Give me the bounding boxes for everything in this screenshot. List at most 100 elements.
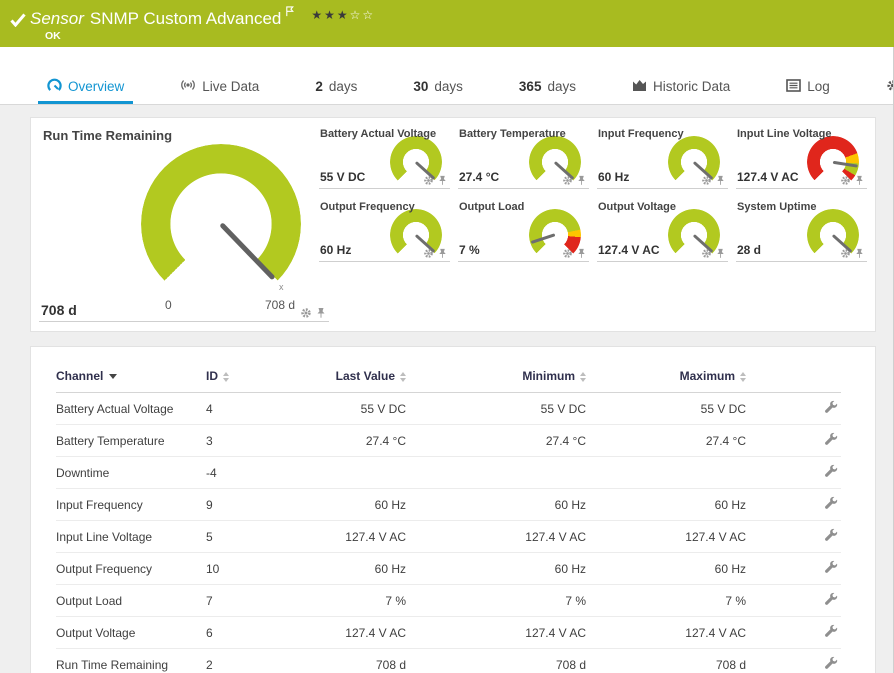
gear-icon[interactable] (562, 248, 573, 259)
tab-30-days[interactable]: 30 days (404, 69, 472, 104)
wrench-icon[interactable] (824, 464, 838, 478)
wrench-icon[interactable] (824, 528, 838, 542)
tab-live-data[interactable]: Live Data (171, 69, 268, 104)
tab-settings[interactable]: Settings (877, 69, 894, 104)
gauge-value: 60 Hz (320, 243, 352, 257)
tab-log[interactable]: Log (777, 69, 839, 104)
cell-id: 2 (206, 648, 296, 673)
table-row[interactable]: Output Load 7 7 % 7 % 7 % (56, 584, 841, 617)
pin-icon[interactable] (576, 175, 587, 186)
cell-id: 5 (206, 520, 296, 553)
cell-minimum: 127.4 V AC (406, 520, 586, 553)
pin-icon[interactable] (576, 248, 587, 259)
table-row[interactable]: Output Frequency 10 60 Hz 60 Hz 60 Hz (56, 552, 841, 585)
cell-minimum: 27.4 °C (406, 424, 586, 457)
pin-icon[interactable] (854, 175, 865, 186)
cell-id: 6 (206, 616, 296, 649)
pin-icon[interactable] (854, 248, 865, 259)
cell-channel: Run Time Remaining (56, 648, 206, 673)
wrench-icon[interactable] (824, 432, 838, 446)
cell-channel: Downtime (56, 456, 206, 489)
wrench-icon[interactable] (824, 592, 838, 606)
wrench-icon[interactable] (824, 496, 838, 510)
cell-id: 10 (206, 552, 296, 585)
gauge-output-frequency: Output Frequency 60 Hz (319, 199, 450, 262)
cell-minimum: 55 V DC (406, 392, 586, 425)
gauges-panel: Run Time Remaining x 0 708 d 708 d Batte… (30, 117, 876, 332)
cell-maximum: 708 d (586, 648, 746, 673)
page-title: Sensor SNMP Custom Advanced ★★★☆☆ (30, 6, 375, 29)
column-header-minimum[interactable]: Minimum (406, 363, 586, 393)
table-row[interactable]: Input Line Voltage 5 127.4 V AC 127.4 V … (56, 520, 841, 553)
gear-icon[interactable] (840, 248, 851, 259)
peak-marker: x (279, 282, 284, 292)
sort-desc-icon (109, 374, 118, 380)
wrench-icon[interactable] (824, 400, 838, 414)
pin-icon[interactable] (315, 307, 327, 319)
table-row[interactable]: Battery Temperature 3 27.4 °C 27.4 °C 27… (56, 424, 841, 457)
wrench-icon[interactable] (824, 656, 838, 670)
gear-icon[interactable] (840, 175, 851, 186)
column-header-last-value[interactable]: Last Value (296, 363, 406, 393)
table-row[interactable]: Output Voltage 6 127.4 V AC 127.4 V AC 1… (56, 616, 841, 649)
broadcast-icon (180, 78, 196, 95)
sort-icon (580, 371, 586, 382)
gauge-title: Input Frequency (598, 128, 684, 140)
gear-icon[interactable] (701, 248, 712, 259)
tab-historic-data[interactable]: Historic Data (623, 69, 739, 104)
cell-minimum (406, 456, 586, 489)
table-row[interactable]: Run Time Remaining 2 708 d 708 d 708 d (56, 648, 841, 673)
cell-channel: Battery Actual Voltage (56, 392, 206, 425)
area-chart-icon (632, 78, 647, 95)
gear-icon[interactable] (300, 307, 312, 319)
wrench-icon[interactable] (824, 624, 838, 638)
gear-icon[interactable] (423, 175, 434, 186)
tab-overview[interactable]: Overview (38, 69, 134, 104)
gauge-value: 27.4 °C (459, 170, 500, 184)
cell-channel: Output Load (56, 584, 206, 617)
cell-channel: Input Line Voltage (56, 520, 206, 553)
gauge-value: 60 Hz (598, 170, 630, 184)
pin-icon[interactable] (437, 175, 448, 186)
cell-last-value: 60 Hz (296, 488, 406, 521)
tab-2-days[interactable]: 2 days (306, 69, 366, 104)
gauge-value: 55 V DC (320, 170, 366, 184)
gauge-value: 708 d (41, 302, 77, 318)
wrench-icon[interactable] (824, 560, 838, 574)
cell-channel: Output Frequency (56, 552, 206, 585)
gauge-title: Run Time Remaining (43, 128, 173, 143)
ok-check-icon (10, 13, 26, 32)
priority-stars[interactable]: ★★★☆☆ (311, 8, 375, 22)
column-header-maximum[interactable]: Maximum (586, 363, 746, 393)
pin-icon[interactable] (437, 248, 448, 259)
cell-id: 3 (206, 424, 296, 457)
gauge-value: 127.4 V AC (737, 170, 799, 184)
channels-table: Channel ID Last Value Minimum Maximum Ba… (56, 363, 841, 673)
column-header-channel[interactable]: Channel (56, 363, 206, 393)
cell-channel: Input Frequency (56, 488, 206, 521)
cell-minimum: 60 Hz (406, 488, 586, 521)
cell-channel: Battery Temperature (56, 424, 206, 457)
gauge-min-label: 0 (165, 298, 172, 312)
gear-icon[interactable] (701, 175, 712, 186)
gear-icon[interactable] (423, 248, 434, 259)
table-header-row: Channel ID Last Value Minimum Maximum (56, 363, 841, 393)
table-row[interactable]: Battery Actual Voltage 4 55 V DC 55 V DC… (56, 392, 841, 425)
cell-minimum: 7 % (406, 584, 586, 617)
tab-365-days[interactable]: 365 days (510, 69, 585, 104)
gauge-title: Battery Temperature (459, 128, 566, 140)
gauge-system-uptime: System Uptime 28 d (736, 199, 867, 262)
cell-id: 9 (206, 488, 296, 521)
sort-icon (223, 371, 229, 382)
cell-maximum: 60 Hz (586, 552, 746, 585)
gauge-value: 7 % (459, 243, 480, 257)
pin-icon[interactable] (715, 248, 726, 259)
table-row[interactable]: Input Frequency 9 60 Hz 60 Hz 60 Hz (56, 488, 841, 521)
gauge-battery-temperature: Battery Temperature 27.4 °C (458, 126, 589, 189)
column-header-id[interactable]: ID (206, 363, 296, 393)
gauge-input-frequency: Input Frequency 60 Hz (597, 126, 728, 189)
flag-icon[interactable] (285, 2, 295, 22)
pin-icon[interactable] (715, 175, 726, 186)
table-row[interactable]: Downtime -4 (56, 456, 841, 489)
gear-icon[interactable] (562, 175, 573, 186)
